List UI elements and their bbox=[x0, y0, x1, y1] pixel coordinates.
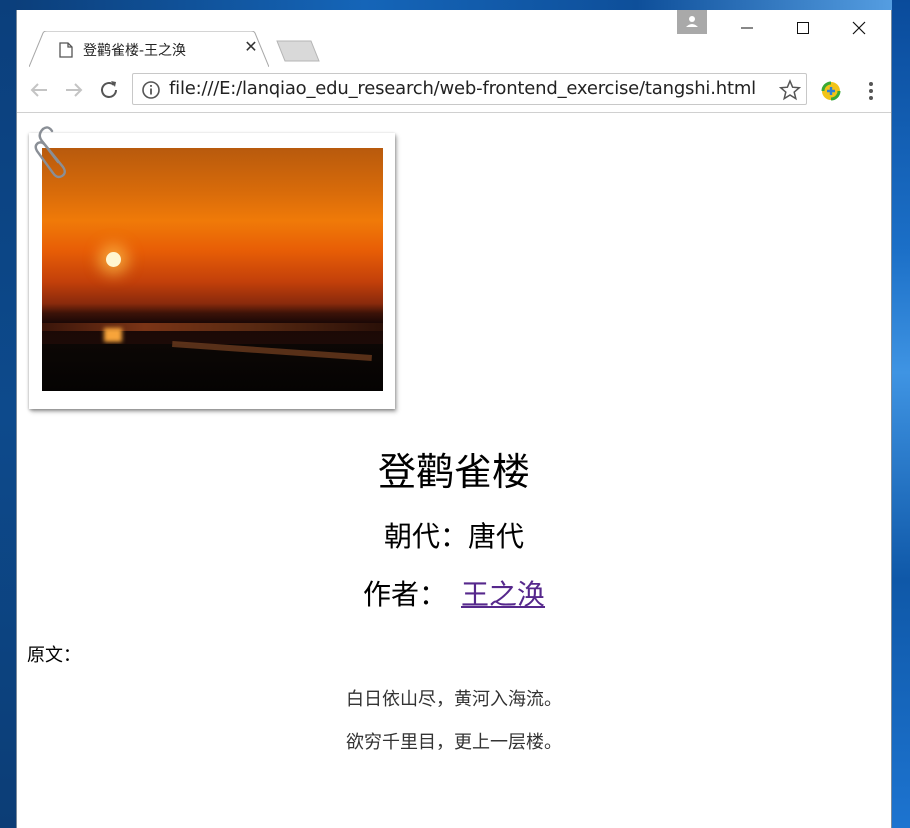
browser-window: 登鹳雀楼-王之涣 ✕ file:///E:/lanqiao_edu_resear… bbox=[16, 10, 892, 828]
extension-icon[interactable] bbox=[820, 80, 842, 102]
address-bar[interactable]: file:///E:/lanqiao_edu_research/web-fron… bbox=[132, 73, 807, 105]
profile-button[interactable] bbox=[677, 10, 707, 34]
author-line: 作者： 王之涣 bbox=[17, 573, 891, 613]
reload-icon[interactable] bbox=[97, 78, 121, 102]
shore bbox=[42, 344, 383, 391]
original-text-label: 原文： bbox=[27, 645, 81, 666]
browser-tab[interactable]: 登鹳雀楼-王之涣 ✕ bbox=[29, 31, 269, 67]
verse-line: 欲穷千里目，更上一层楼。 bbox=[346, 732, 562, 753]
tab-close-button[interactable]: ✕ bbox=[243, 39, 259, 55]
info-icon[interactable] bbox=[141, 80, 161, 100]
author-link[interactable]: 王之涣 bbox=[461, 578, 545, 611]
document-icon bbox=[59, 42, 73, 58]
desktop-background-right bbox=[892, 0, 910, 828]
water bbox=[42, 323, 383, 331]
minimize-icon bbox=[741, 27, 753, 29]
verse-line: 白日依山尽，黄河入海流。 bbox=[346, 689, 562, 710]
back-arrow-icon[interactable] bbox=[27, 78, 51, 102]
desktop-background-left bbox=[0, 0, 16, 828]
new-tab-button[interactable] bbox=[275, 40, 321, 62]
maximize-icon bbox=[797, 22, 809, 34]
sun-reflection bbox=[104, 328, 122, 342]
forward-arrow-icon[interactable] bbox=[62, 78, 86, 102]
profile-icon bbox=[686, 16, 698, 27]
dynasty-line: 朝代：唐代 bbox=[383, 520, 524, 553]
page-content: 登鹳雀楼 朝代：唐代 作者： 王之涣 原文： 白日依山尽，黄河入海流。 欲穷千里目… bbox=[17, 113, 891, 828]
minimize-button[interactable] bbox=[719, 10, 775, 44]
tab-strip: 登鹳雀楼-王之涣 ✕ bbox=[17, 10, 891, 67]
sunset-photo bbox=[42, 148, 383, 391]
photo-frame bbox=[29, 133, 395, 409]
close-icon bbox=[852, 21, 866, 35]
paperclip-icon bbox=[34, 126, 66, 179]
close-window-button[interactable] bbox=[831, 10, 887, 44]
browser-toolbar: file:///E:/lanqiao_edu_research/web-fron… bbox=[17, 67, 891, 113]
maximize-button[interactable] bbox=[775, 10, 831, 44]
author-label: 作者： bbox=[362, 578, 447, 611]
three-dot-menu-icon[interactable] bbox=[863, 79, 879, 103]
tab-title: 登鹳雀楼-王之涣 bbox=[83, 43, 187, 59]
poem-title: 登鹳雀楼 bbox=[377, 450, 530, 494]
star-icon[interactable] bbox=[779, 79, 801, 101]
sun bbox=[106, 252, 121, 267]
url-text[interactable]: file:///E:/lanqiao_edu_research/web-fron… bbox=[169, 78, 756, 99]
